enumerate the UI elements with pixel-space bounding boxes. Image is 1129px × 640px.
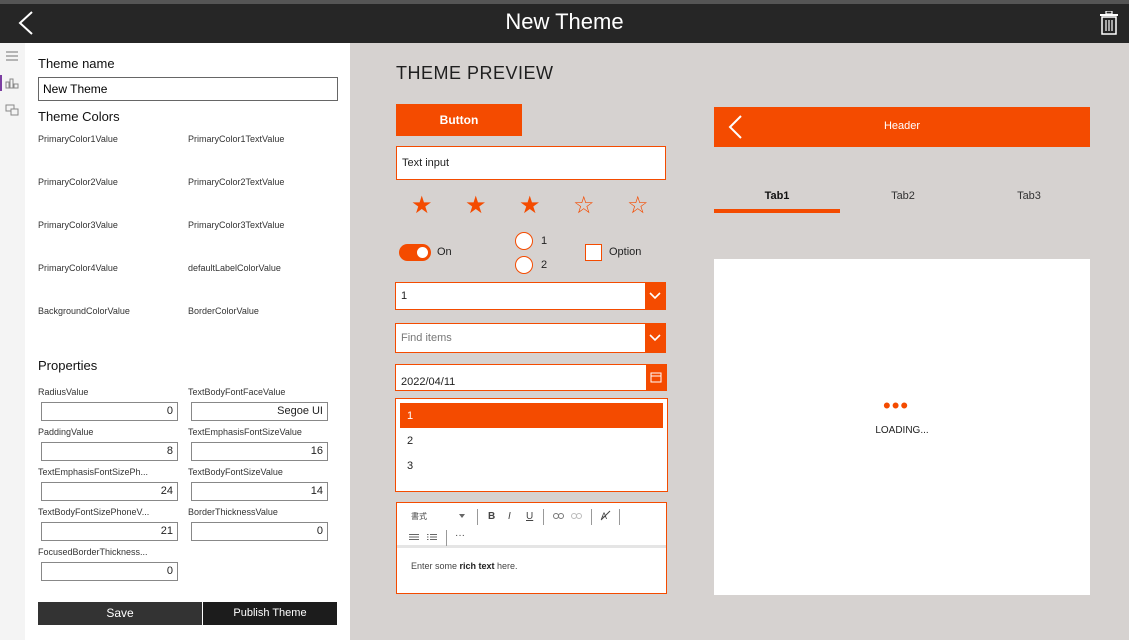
hamburger-menu-icon[interactable] xyxy=(4,49,20,63)
theme-name-input[interactable] xyxy=(38,77,338,101)
clear-format-icon[interactable]: A xyxy=(600,510,611,521)
preview-rich-text-editor[interactable]: 書式 B I U A ··· Enter some rich text here… xyxy=(396,502,667,594)
active-tab-indicator xyxy=(714,209,840,213)
property-input[interactable]: 24 xyxy=(41,482,178,501)
chevron-down-icon[interactable] xyxy=(645,324,665,352)
properties-label: Properties xyxy=(38,358,98,373)
star-empty-icon[interactable]: ☆ xyxy=(573,192,595,220)
nav-rail xyxy=(0,43,25,640)
color-field-label: PrimaryColor1TextValue xyxy=(188,134,285,144)
property-label: TextBodyFontSizePhoneV... xyxy=(38,507,150,517)
preview-screens-icon[interactable] xyxy=(4,103,20,117)
property-input[interactable]: 14 xyxy=(191,482,328,501)
list-item[interactable]: 2 xyxy=(400,428,663,453)
preview-checkbox[interactable] xyxy=(585,244,602,261)
link-icon[interactable] xyxy=(553,512,564,520)
rail-active-indicator xyxy=(0,75,2,91)
loading-text: LOADING... xyxy=(875,425,929,436)
color-field-label: PrimaryColor3Value xyxy=(38,220,118,230)
property-input[interactable]: 21 xyxy=(41,522,178,541)
property-label: TextEmphasisFontSizeValue xyxy=(188,427,302,437)
caret-down-icon xyxy=(459,514,465,518)
preview-button[interactable]: Button xyxy=(396,104,522,136)
color-field-label: PrimaryColor2TextValue xyxy=(188,177,285,187)
property-label: RadiusValue xyxy=(38,387,89,397)
property-input[interactable]: 16 xyxy=(191,442,328,461)
star-filled-icon[interactable]: ★ xyxy=(465,192,487,220)
property-label: PaddingValue xyxy=(38,427,94,437)
rte-toolbar: 書式 B I U A ··· xyxy=(397,503,666,548)
tab-2[interactable]: Tab2 xyxy=(840,190,966,202)
property-input[interactable]: 0 xyxy=(191,522,328,541)
preview-date-picker[interactable]: 2022/04/11 xyxy=(395,364,667,391)
format-dropdown[interactable]: 書式 xyxy=(411,511,427,522)
radio-option-1[interactable] xyxy=(515,232,533,250)
color-field-label: PrimaryColor4Value xyxy=(38,263,118,273)
theme-palette-icon[interactable] xyxy=(4,76,20,90)
chevron-down-icon[interactable] xyxy=(645,283,665,309)
color-field-label: BackgroundColorValue xyxy=(38,306,130,316)
numbered-list-icon[interactable] xyxy=(427,533,437,541)
preview-list-box: 123 xyxy=(395,398,668,492)
publish-theme-button[interactable]: Publish Theme xyxy=(203,602,337,625)
rte-body[interactable]: Enter some rich text here. xyxy=(411,561,518,571)
tab-1[interactable]: Tab1 xyxy=(714,190,840,202)
property-input[interactable]: 0 xyxy=(41,402,178,421)
property-label: TextBodyFontFaceValue xyxy=(188,387,286,397)
theme-editor-panel: Theme name Theme Colors PrimaryColor1Val… xyxy=(25,43,350,640)
loading-spinner-icon: ••• xyxy=(883,393,910,418)
phone-header-title: Header xyxy=(883,120,921,132)
theme-preview-title: THEME PREVIEW xyxy=(396,63,554,83)
combobox-placeholder: Find items xyxy=(401,332,452,344)
color-field-label: BorderColorValue xyxy=(188,306,259,316)
checkbox-label: Option xyxy=(609,246,642,258)
preview-text-input[interactable]: Text input xyxy=(396,146,666,180)
color-field-label: PrimaryColor3TextValue xyxy=(188,220,285,230)
property-label: TextBodyFontSizeValue xyxy=(188,467,283,477)
property-label: TextEmphasisFontSizePh... xyxy=(38,467,149,477)
property-input[interactable]: 0 xyxy=(41,562,178,581)
color-field-label: PrimaryColor1Value xyxy=(38,134,118,144)
toggle-label: On xyxy=(437,246,452,258)
property-input[interactable]: Segoe UI xyxy=(191,402,328,421)
italic-button[interactable]: I xyxy=(508,511,511,522)
title-bar: New Theme xyxy=(0,0,1129,43)
radio-label-2: 2 xyxy=(541,259,548,271)
color-field-label: PrimaryColor2Value xyxy=(38,177,118,187)
preview-dropdown[interactable]: 1 xyxy=(395,282,666,310)
theme-colors-label: Theme Colors xyxy=(38,109,120,124)
page-title: New Theme xyxy=(505,9,624,34)
tab-3[interactable]: Tab3 xyxy=(966,190,1092,202)
phone-header: Header xyxy=(714,107,1090,147)
preview-combobox[interactable]: Find items xyxy=(395,323,666,353)
property-label: FocusedBorderThickness... xyxy=(38,547,148,557)
radio-option-2[interactable] xyxy=(515,256,533,274)
dropdown-value: 1 xyxy=(401,290,408,302)
unlink-icon[interactable] xyxy=(571,512,582,520)
date-value: 2022/04/11 xyxy=(401,376,456,388)
radio-label-1: 1 xyxy=(541,235,548,247)
preview-toggle[interactable] xyxy=(399,244,431,261)
calendar-icon[interactable] xyxy=(646,365,666,390)
bold-button[interactable]: B xyxy=(488,511,495,522)
trash-icon[interactable] xyxy=(1099,11,1119,35)
list-item[interactable]: 1 xyxy=(400,403,663,428)
color-field-label: defaultLabelColorValue xyxy=(188,263,281,273)
save-button[interactable]: Save xyxy=(38,602,202,625)
theme-name-label: Theme name xyxy=(38,56,115,71)
property-input[interactable]: 8 xyxy=(41,442,178,461)
underline-button[interactable]: U xyxy=(526,511,533,522)
star-empty-icon[interactable]: ☆ xyxy=(627,192,649,220)
star-filled-icon[interactable]: ★ xyxy=(411,192,433,220)
star-filled-icon[interactable]: ★ xyxy=(519,192,541,220)
bullet-list-icon[interactable] xyxy=(409,533,419,541)
property-label: BorderThicknessValue xyxy=(188,507,278,517)
list-item[interactable]: 3 xyxy=(400,453,663,478)
more-options-button[interactable]: ··· xyxy=(455,530,465,541)
